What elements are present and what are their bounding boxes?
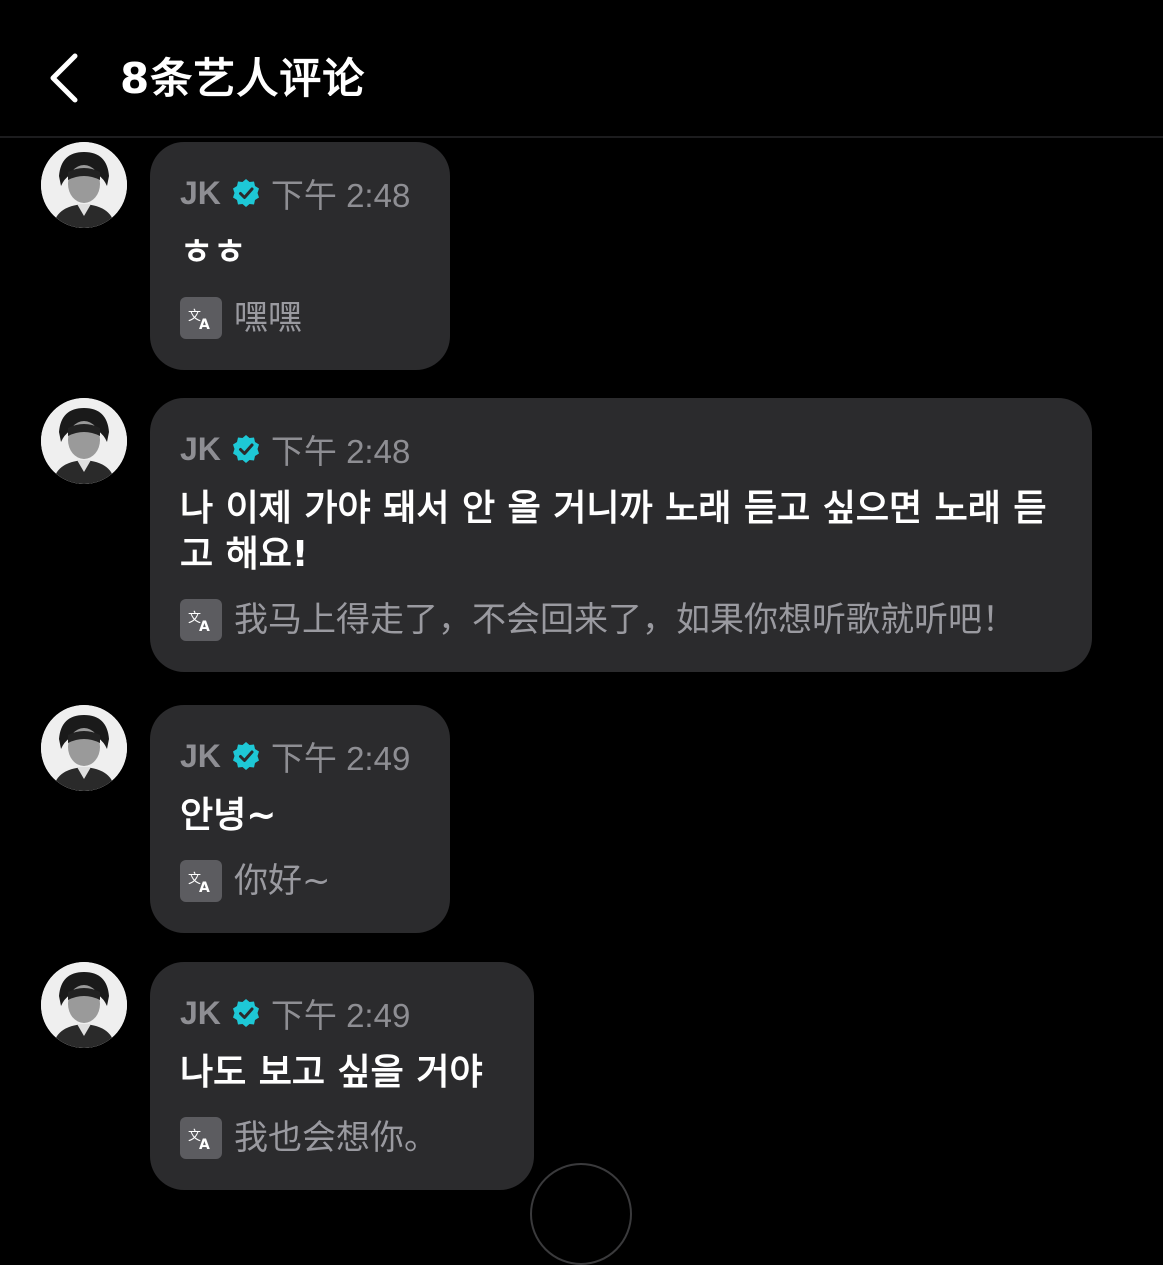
comment-time: 下午 2:49 [270, 740, 411, 777]
avatar[interactable] [41, 962, 127, 1048]
translation-row: 文 A 嘿嘿 [180, 296, 420, 340]
verified-badge-icon [232, 999, 259, 1027]
comment-text: 안녕~ [180, 795, 277, 836]
svg-text:A: A [199, 619, 210, 635]
comment-time: 下午 2:48 [270, 177, 411, 214]
svg-text:A: A [199, 317, 210, 333]
floating-action-button[interactable] [530, 1163, 632, 1265]
svg-text:A: A [199, 880, 210, 896]
comment-meta: JK 下午 2:49 [180, 733, 420, 779]
translation-row: 文 A 我马上得走了，不会回来了，如果你想听歌就听吧！ [180, 598, 1062, 642]
translation-row: 文 A 你好~ [180, 859, 420, 903]
translate-icon[interactable]: 文 A [180, 599, 222, 641]
top-bar: 8条艺人评论 [0, 0, 1163, 138]
comment-bubble: JK 下午 2:48 ㅎㅎ 文 A 嘿嘿 [150, 142, 450, 370]
comment-text: 나 이제 가야 돼서 안 올 거니까 노래 듣고 싶으면 노래 듣고 해요! [180, 488, 1047, 575]
comment-meta: JK 下午 2:48 [180, 170, 420, 216]
translation-text: 嘿嘿 [234, 298, 302, 338]
svg-text:A: A [199, 1137, 210, 1153]
comment-bubble: JK 下午 2:48 나 이제 가야 돼서 안 올 거니까 노래 듣고 싶으면 … [150, 398, 1092, 672]
comment-meta: JK 下午 2:48 [180, 426, 1062, 472]
comment-bubble: JK 下午 2:49 나도 보고 싶을 거야 文 A 我也会想你。 [150, 962, 534, 1190]
author-name[interactable]: JK [180, 175, 221, 212]
translation-text: 我也会想你。 [234, 1118, 438, 1158]
translation-text: 我马上得走了，不会回来了，如果你想听歌就听吧！ [234, 600, 1016, 640]
avatar[interactable] [41, 705, 127, 791]
comment-text: ㅎㅎ [180, 232, 247, 273]
avatar[interactable] [41, 398, 127, 484]
author-name[interactable]: JK [180, 995, 221, 1032]
comment-bubble: JK 下午 2:49 안녕~ 文 A 你好~ [150, 705, 450, 933]
chevron-left-icon [50, 53, 78, 103]
verified-badge-icon [232, 435, 259, 463]
translate-icon[interactable]: 文 A [180, 1117, 222, 1159]
author-name[interactable]: JK [180, 738, 221, 775]
avatar[interactable] [41, 142, 127, 228]
author-name[interactable]: JK [180, 431, 221, 468]
translation-text: 你好~ [234, 861, 331, 901]
verified-badge-icon [232, 179, 259, 207]
comment-time: 下午 2:49 [270, 997, 411, 1034]
translate-icon[interactable]: 文 A [180, 860, 222, 902]
comment-text: 나도 보고 싶을 거야 [180, 1052, 483, 1093]
back-button[interactable] [36, 48, 92, 108]
page-title: 8条艺人评论 [120, 54, 366, 103]
translation-row: 文 A 我也会想你。 [180, 1116, 504, 1160]
verified-badge-icon [232, 742, 259, 770]
translate-icon[interactable]: 文 A [180, 297, 222, 339]
comment-time: 下午 2:48 [270, 433, 411, 470]
comment-meta: JK 下午 2:49 [180, 990, 504, 1036]
